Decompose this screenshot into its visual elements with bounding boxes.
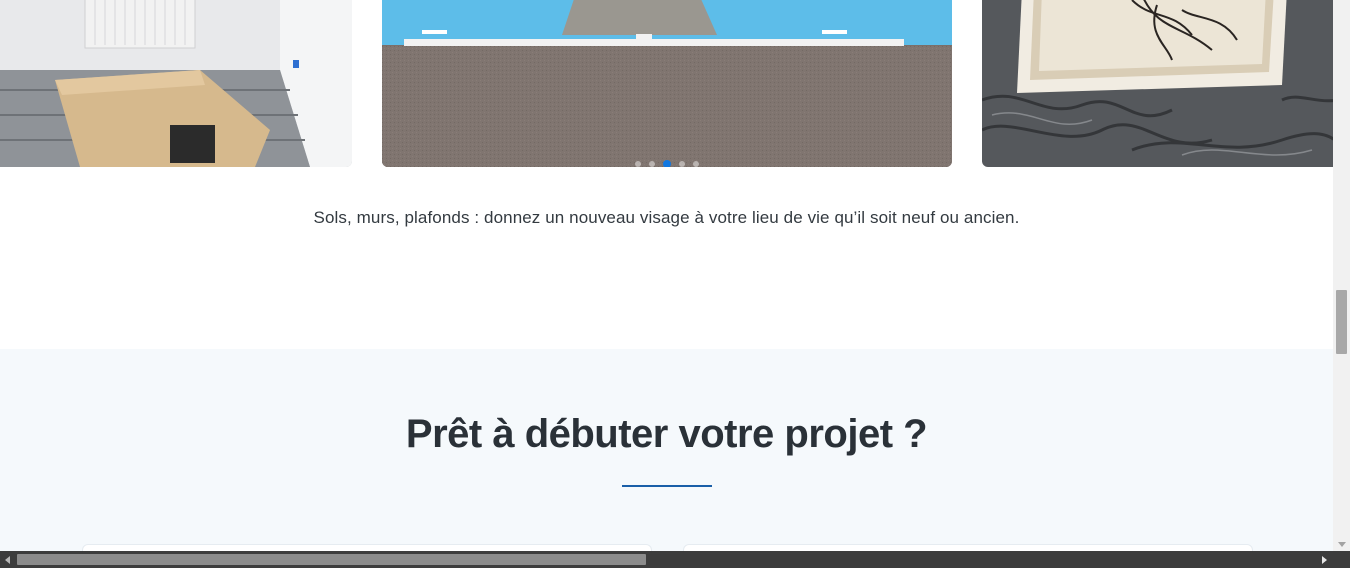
carousel-pagination	[0, 160, 1333, 167]
title-underline	[622, 485, 712, 487]
scroll-right-arrow-icon[interactable]	[1322, 556, 1327, 564]
scroll-left-arrow-icon[interactable]	[5, 556, 10, 564]
scroll-down-arrow-icon[interactable]	[1338, 542, 1346, 547]
carousel-dot[interactable]	[678, 161, 685, 167]
image-carousel[interactable]	[0, 0, 1333, 167]
cta-title: Prêt à débuter votre projet ?	[405, 412, 928, 456]
carousel-dot[interactable]	[634, 161, 641, 167]
carousel-caption: Sols, murs, plafonds : donnez un nouveau…	[313, 208, 1020, 227]
carousel-dot[interactable]	[648, 161, 655, 167]
vertical-scrollbar[interactable]	[1333, 0, 1350, 551]
horizontal-scrollbar-thumb[interactable]	[17, 554, 646, 565]
scrollbar-corner	[1333, 551, 1350, 568]
carousel-slide-artwork[interactable]	[982, 0, 1333, 167]
carousel-dot[interactable]	[692, 161, 699, 167]
carousel-slide-room[interactable]	[0, 0, 352, 167]
room-photo	[0, 0, 352, 167]
carousel-slide-parking[interactable]	[382, 0, 952, 167]
artwork-photo	[982, 0, 1333, 167]
cta-section: Prêt à débuter votre projet ?	[0, 349, 1333, 566]
vertical-scrollbar-thumb[interactable]	[1336, 290, 1347, 354]
parking-photo	[382, 0, 952, 167]
carousel-dot-active[interactable]	[662, 160, 671, 167]
horizontal-scrollbar[interactable]	[0, 551, 1333, 568]
